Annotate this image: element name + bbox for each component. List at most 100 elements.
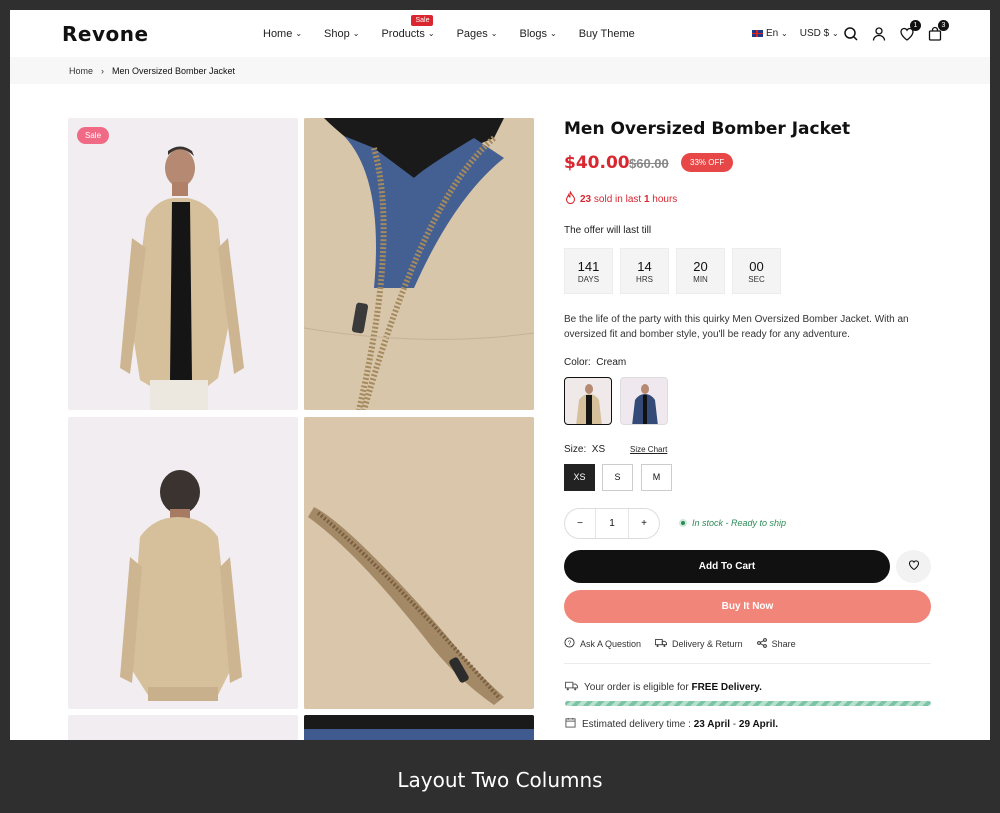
breadcrumb-home[interactable]: Home: [69, 66, 93, 76]
nav-shop[interactable]: Shop ⌄: [324, 28, 359, 40]
currency-selector[interactable]: USD $ ⌄: [800, 28, 839, 39]
share-link[interactable]: Share: [756, 637, 796, 650]
color-swatch-navy[interactable]: [620, 377, 668, 425]
buy-now-button[interactable]: Buy It Now: [564, 590, 931, 623]
countdown-days: 141 DAYS: [564, 248, 613, 294]
truck-icon: [565, 681, 578, 694]
free-delivery-progress-bar: [565, 701, 931, 706]
est-from: 23 April: [693, 718, 731, 730]
main-nav: Home ⌄ Shop ⌄ Sale Products ⌄ Pages ⌄ Blogs ⌄ …: [263, 15, 657, 40]
screenshot-caption: Layout Two Columns: [397, 768, 603, 792]
nav-blogs-label: Blogs: [519, 28, 548, 40]
nav-home[interactable]: Home ⌄: [263, 28, 302, 40]
product-image-pocket-closeup[interactable]: [304, 417, 534, 709]
heart-icon: [908, 558, 920, 576]
size-option-m[interactable]: M: [641, 464, 672, 491]
add-to-cart-button[interactable]: Add To Cart: [564, 550, 890, 583]
qty-plus-button[interactable]: +: [629, 518, 659, 529]
chevron-down-icon: ⌄: [550, 29, 557, 38]
qty-minus-button[interactable]: −: [565, 518, 595, 529]
brand-logo[interactable]: Revone: [62, 22, 149, 46]
currency-label: USD $: [799, 28, 830, 39]
product-description: Be the life of the party with this quirk…: [564, 314, 909, 340]
estimated-delivery: Estimated delivery time : 23 April - 29 …: [565, 717, 778, 731]
cart-icon[interactable]: 3: [927, 20, 949, 42]
question-icon: ?: [564, 637, 575, 650]
calendar-icon: [565, 717, 576, 731]
product-image-zipper-closeup[interactable]: [304, 118, 534, 410]
share-label: Share: [771, 638, 796, 649]
color-label: Color: Cream: [564, 357, 626, 368]
product-image-front[interactable]: Sale: [68, 118, 298, 410]
color-swatch-cream[interactable]: [564, 377, 612, 425]
countdown-days-value: 141: [577, 259, 600, 274]
wishlist-count-badge: 1: [910, 20, 921, 31]
share-icon: [756, 637, 767, 650]
quantity-stepper: − 1 +: [564, 508, 660, 539]
product-price: $40.00: [564, 153, 630, 173]
uk-flag-icon: [752, 29, 763, 37]
nav-pages-label: Pages: [456, 28, 488, 40]
product-action-links: ? Ask A Question Delivery & Return Share: [564, 637, 796, 650]
chevron-down-icon: ⌄: [831, 29, 839, 38]
search-icon[interactable]: [843, 26, 859, 42]
nav-pages[interactable]: Pages ⌄: [457, 28, 498, 40]
sold-hours: 1: [643, 193, 650, 205]
delivery-text: Your order is eligible for: [584, 682, 689, 693]
header-icons: 1 3: [843, 20, 949, 42]
color-value: Cream: [596, 357, 627, 368]
chevron-down-icon: ⌄: [295, 29, 303, 38]
countdown-minutes-value: 20: [693, 259, 708, 274]
countdown-seconds: 00 SEC: [732, 248, 781, 294]
cart-count-badge: 3: [938, 20, 949, 31]
size-chart-link[interactable]: Size Chart: [630, 445, 667, 454]
divider: [564, 663, 931, 664]
discount-badge: 33% OFF: [681, 153, 734, 172]
countdown-seconds-unit: SEC: [748, 275, 765, 284]
size-label: Size: XS: [564, 444, 605, 455]
nav-home-label: Home: [263, 28, 293, 40]
sale-tag: Sale: [77, 127, 110, 144]
nav-buy-theme[interactable]: Buy Theme: [579, 28, 635, 40]
est-to: 29 April.: [738, 718, 779, 730]
chevron-down-icon: ⌄: [427, 29, 435, 38]
sold-text-mid: sold in last: [593, 193, 642, 205]
breadcrumb-bar: Home › Men Oversized Bomber Jacket: [10, 57, 990, 84]
language-selector[interactable]: En ⌄: [752, 28, 788, 39]
stock-text: In stock - Ready to ship: [692, 518, 787, 528]
est-text: Estimated delivery time :: [582, 718, 691, 730]
stock-dot-icon: [679, 519, 687, 527]
sold-text-end: hours: [652, 193, 678, 205]
qty-input[interactable]: 1: [595, 509, 629, 538]
product-image-back[interactable]: [68, 417, 298, 709]
language-label: En: [766, 28, 779, 39]
countdown-days-unit: DAYS: [577, 275, 600, 284]
est-separator: -: [730, 718, 739, 730]
fire-icon: [565, 190, 576, 207]
user-icon[interactable]: [871, 26, 887, 42]
breadcrumb-separator: ›: [101, 66, 105, 76]
sold-count: 23: [580, 193, 592, 205]
product-image-extra-1[interactable]: [68, 715, 298, 740]
nav-sale-badge: Sale: [411, 15, 434, 26]
add-to-wishlist-button[interactable]: [896, 550, 931, 583]
delivery-return-link[interactable]: Delivery & Return: [655, 637, 743, 650]
countdown-hours: 14 HRS: [620, 248, 669, 294]
ask-question-link[interactable]: ? Ask A Question: [564, 637, 641, 650]
truck-icon: [655, 638, 668, 650]
countdown-minutes: 20 MIN: [676, 248, 725, 294]
product-image-extra-2[interactable]: [304, 715, 534, 740]
breadcrumb: Home › Men Oversized Bomber Jacket: [69, 66, 235, 76]
nav-products[interactable]: Sale Products ⌄: [381, 15, 435, 40]
site-header: Revone Home ⌄ Shop ⌄ Sale Products ⌄ Pages ⌄ …: [10, 10, 990, 57]
countdown-hours-value: 14: [637, 259, 652, 274]
delivery-return-label: Delivery & Return: [672, 638, 743, 649]
size-option-s[interactable]: S: [602, 464, 633, 491]
size-option-xs[interactable]: XS: [564, 464, 595, 491]
sold-info: 23 sold in last 1 hours: [565, 190, 678, 207]
svg-text:?: ?: [568, 640, 572, 647]
delivery-bold: FREE Delivery.: [691, 682, 762, 693]
stock-status: In stock - Ready to ship: [679, 518, 786, 528]
nav-blogs[interactable]: Blogs ⌄: [519, 28, 556, 40]
wishlist-icon[interactable]: 1: [899, 20, 921, 42]
